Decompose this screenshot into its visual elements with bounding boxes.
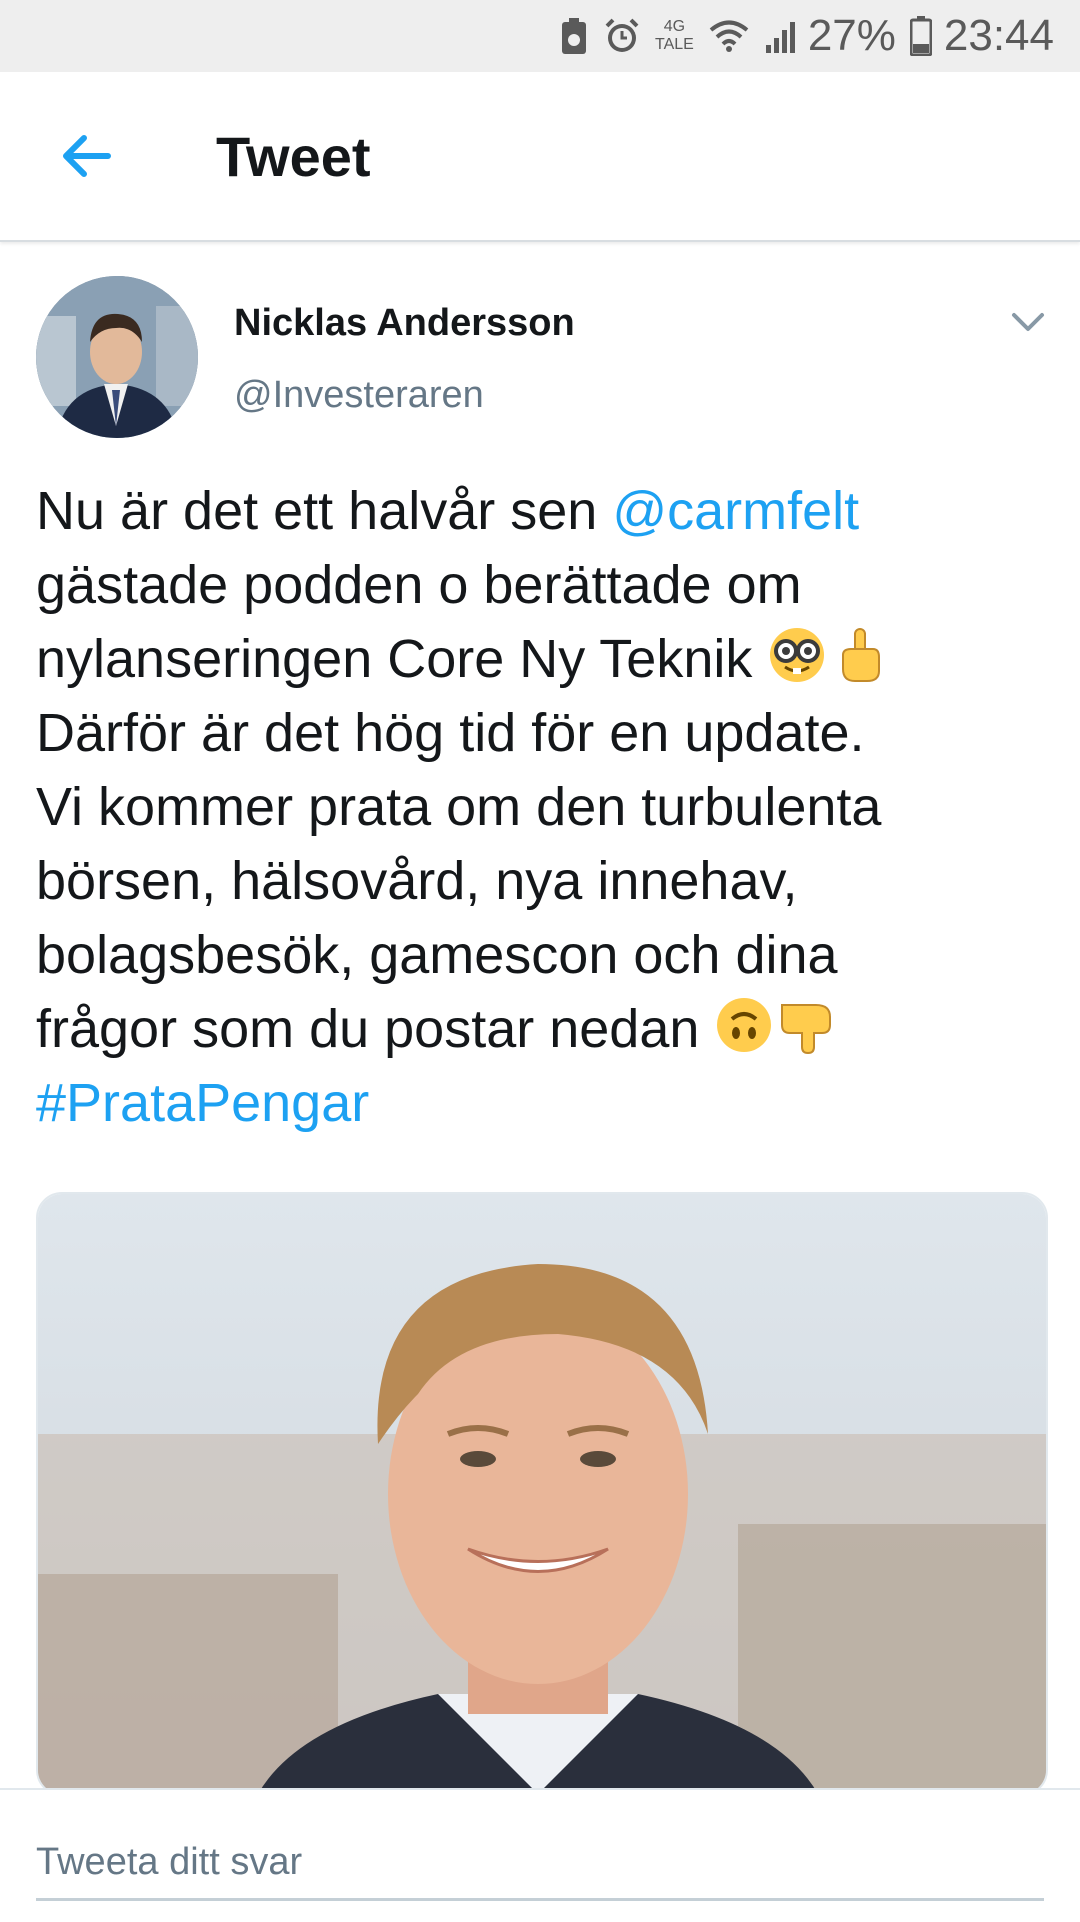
nerd-face-emoji-icon — [767, 625, 827, 685]
page-title: Tweet — [216, 125, 371, 188]
clock: 23:44 — [943, 11, 1054, 60]
tweet-media-image[interactable] — [36, 1192, 1048, 1796]
network-label: 4G — [663, 18, 686, 35]
network-sub-label: TALE — [654, 36, 694, 53]
network-type: 4G TALE — [655, 18, 694, 54]
battery-percent: 27% — [807, 11, 896, 60]
avatar[interactable] — [36, 276, 198, 438]
wifi-icon — [708, 19, 750, 53]
pointing-up-emoji-icon — [829, 625, 889, 685]
signal-icon — [764, 19, 796, 53]
mention-link[interactable]: @carmfelt — [612, 481, 859, 541]
app-header: Tweet — [0, 72, 1080, 242]
pointing-down-emoji-icon — [776, 995, 836, 1055]
author-name[interactable]: Nicklas Andersson — [234, 302, 575, 345]
battery-icon — [909, 16, 932, 56]
alarm-icon — [603, 17, 641, 55]
upside-down-face-emoji-icon — [714, 995, 774, 1055]
reply-input[interactable] — [36, 1826, 1044, 1901]
author-handle[interactable]: @Investeraren — [234, 374, 484, 417]
tweet-text: Nu är det ett halvår sen @carmfelt gästa… — [36, 474, 1046, 1140]
tweet-text-part1: Nu är det ett halvår sen — [36, 481, 613, 541]
back-arrow-icon[interactable] — [58, 128, 114, 184]
hashtag-link[interactable]: #PrataPengar — [36, 1073, 369, 1133]
recycle-icon — [559, 16, 589, 56]
chevron-down-icon[interactable] — [1010, 304, 1046, 340]
status-bar: 4G TALE 27% 23:44 — [0, 0, 1080, 72]
tweet-text-part2: gästade podden o berättade om nylanserin… — [36, 555, 802, 689]
reply-bar — [0, 1788, 1080, 1922]
